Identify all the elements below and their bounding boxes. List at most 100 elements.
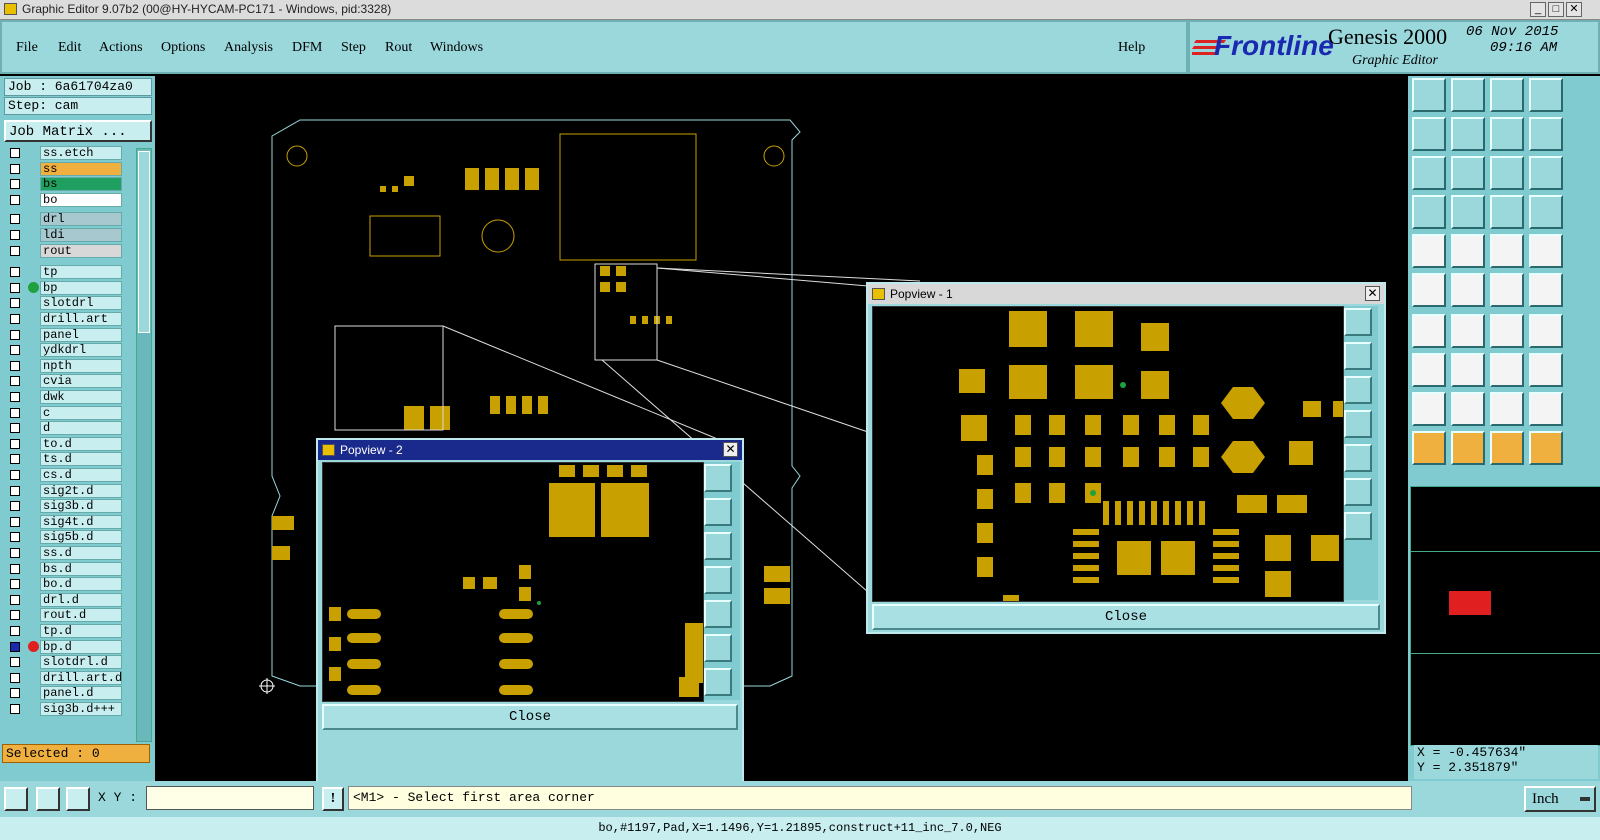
layer-checkbox[interactable]: [10, 423, 20, 434]
layer-name[interactable]: rout: [40, 243, 122, 258]
layer-checkbox[interactable]: [10, 454, 20, 465]
layer-name[interactable]: drl: [40, 212, 122, 227]
layer-row[interactable]: ss: [8, 161, 124, 177]
pointer-box-icon[interactable]: [1451, 431, 1485, 465]
layer-row[interactable]: bp.d: [8, 639, 124, 655]
pv2-pan-up-icon[interactable]: [704, 498, 732, 526]
measure-icon[interactable]: [36, 787, 60, 811]
menu-rout[interactable]: Rout: [385, 40, 412, 56]
layer-checkbox[interactable]: [10, 163, 20, 174]
layer-row[interactable]: panel.d: [8, 686, 124, 701]
layer-row[interactable]: bs.d: [8, 561, 124, 577]
layer-checkbox[interactable]: [10, 407, 20, 418]
layer-name[interactable]: drill.art: [40, 312, 122, 326]
pv1-pan-left-icon[interactable]: [1344, 410, 1372, 438]
layer-name[interactable]: sig3b.d+++: [40, 702, 122, 716]
popview-2-view[interactable]: [322, 462, 704, 702]
layer-name[interactable]: ldi: [40, 228, 122, 242]
layer-row[interactable]: bo.d: [8, 577, 124, 592]
layer-checkbox[interactable]: [10, 376, 20, 387]
menu-help[interactable]: Help: [1118, 40, 1145, 56]
layer-name[interactable]: bs.d: [40, 561, 122, 576]
help-icon[interactable]: [1529, 156, 1563, 190]
scrollbar-thumb[interactable]: [138, 151, 150, 333]
layer-name[interactable]: bp: [40, 280, 122, 295]
segment-tool-icon[interactable]: [1451, 353, 1485, 387]
popview-2[interactable]: Popview - 2 ✕ Close: [316, 438, 744, 808]
layer-name[interactable]: ts.d: [40, 452, 122, 467]
layer-name[interactable]: npth: [40, 358, 122, 373]
resize-icon[interactable]: [1490, 353, 1524, 387]
layer-row[interactable]: bo: [8, 192, 124, 208]
layer-row[interactable]: ss.d: [8, 546, 124, 561]
layer-checkbox[interactable]: [10, 298, 20, 309]
layer-checkbox[interactable]: [10, 594, 20, 605]
layer-row[interactable]: sig5b.d: [8, 530, 124, 545]
layer-name[interactable]: bo: [40, 192, 122, 207]
layer-name[interactable]: tp: [40, 265, 122, 280]
zoom-ratio-icon[interactable]: [1490, 156, 1524, 190]
layer-name[interactable]: tp.d: [40, 624, 122, 638]
fill-tool-icon[interactable]: [1529, 392, 1563, 426]
layer-row[interactable]: slotdrl.d: [8, 655, 124, 670]
layer-checkbox[interactable]: [10, 360, 20, 371]
select-circle-icon[interactable]: [1529, 234, 1563, 268]
home-top-icon[interactable]: [1412, 78, 1446, 112]
zoom-fit-icon[interactable]: [1412, 156, 1446, 190]
pan-center-icon[interactable]: [1490, 117, 1524, 151]
units-selector[interactable]: Inch: [1524, 786, 1596, 812]
menu-file[interactable]: File: [16, 40, 38, 56]
layer-checkbox[interactable]: [10, 282, 20, 293]
redraw-icon[interactable]: [1529, 117, 1563, 151]
layer-name[interactable]: drill.art.d: [40, 670, 122, 685]
menu-edit[interactable]: Edit: [58, 40, 81, 56]
split-view-icon[interactable]: [1529, 78, 1563, 112]
layer-row[interactable]: sig3b.d+++: [8, 702, 124, 717]
layer-row[interactable]: panel: [8, 327, 124, 343]
undo-icon[interactable]: [1529, 273, 1563, 307]
layer-row[interactable]: drl: [8, 212, 124, 227]
layer-checkbox[interactable]: [10, 688, 20, 699]
layer-checkbox[interactable]: [10, 470, 20, 480]
layer-row[interactable]: drill.art: [8, 312, 124, 327]
menu-step[interactable]: Step: [341, 40, 366, 56]
angle-tool-icon[interactable]: [1412, 314, 1446, 348]
pan-down-icon[interactable]: [1451, 78, 1485, 112]
minimap-viewport[interactable]: [1449, 591, 1491, 615]
close-window-button[interactable]: ✕: [1566, 2, 1582, 17]
layer-row[interactable]: dwk: [8, 390, 124, 405]
layer-name[interactable]: sig4t.d: [40, 514, 122, 529]
layer-name[interactable]: sig2t.d: [40, 483, 122, 498]
pv1-zoom-in-icon[interactable]: [1344, 478, 1372, 506]
snap-tool-icon[interactable]: [1412, 195, 1446, 229]
layer-name[interactable]: c: [40, 405, 122, 420]
layer-checkbox[interactable]: [10, 214, 20, 225]
layer-checkbox[interactable]: [10, 548, 20, 558]
pointer-icon[interactable]: [1412, 431, 1446, 465]
layer-checkbox[interactable]: [10, 579, 20, 590]
delete-icon[interactable]: [1451, 273, 1485, 307]
layer-name[interactable]: sig5b.d: [40, 530, 122, 545]
layer-checkbox[interactable]: [10, 657, 20, 668]
pv2-zoom-out-icon[interactable]: [704, 668, 732, 696]
popview-2-titlebar[interactable]: Popview - 2 ✕: [318, 440, 742, 460]
layer-name[interactable]: drl.d: [40, 592, 122, 607]
polygon-tool-icon[interactable]: [1490, 392, 1524, 426]
layer-row[interactable]: drl.d: [8, 592, 124, 608]
layer-name[interactable]: ss: [40, 161, 122, 176]
layer-compare-icon[interactable]: [1490, 195, 1524, 229]
zoom-move-icon[interactable]: [1451, 156, 1485, 190]
layer-checkbox[interactable]: [10, 501, 20, 512]
layer-feature-icon[interactable]: [1529, 195, 1563, 229]
layer-checkbox[interactable]: [10, 230, 20, 240]
layer-checkbox[interactable]: [10, 245, 20, 256]
popview-1-view[interactable]: [872, 306, 1344, 602]
layer-name[interactable]: rout.d: [40, 608, 122, 623]
pv1-pan-right-icon[interactable]: [1344, 444, 1372, 472]
pan-left-icon[interactable]: [1412, 117, 1446, 151]
layer-row[interactable]: sig2t.d: [8, 483, 124, 499]
layer-row[interactable]: slotdrl: [8, 296, 124, 311]
layer-checkbox[interactable]: [10, 194, 20, 205]
layer-name[interactable]: d: [40, 421, 122, 436]
triangle-tool-icon[interactable]: [1412, 392, 1446, 426]
